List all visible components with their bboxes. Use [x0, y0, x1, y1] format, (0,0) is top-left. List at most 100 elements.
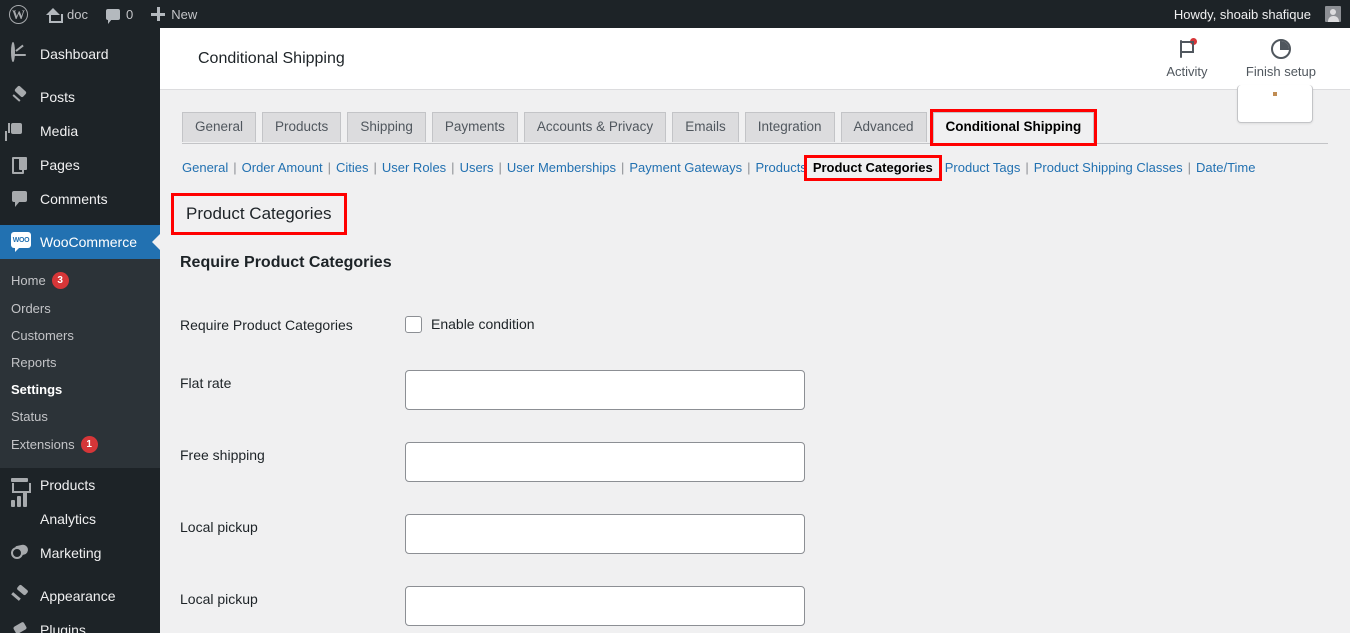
submenu-item-settings[interactable]: Settings [0, 376, 160, 403]
submenu-item-label: Extensions [11, 437, 75, 452]
submenu-item-customers[interactable]: Customers [0, 322, 160, 349]
local-pickup-1-category-select[interactable] [405, 513, 805, 554]
subnav-sep: | [1025, 160, 1029, 175]
submenu-item-status[interactable]: Status [0, 403, 160, 430]
sidebar-item-label: Appearance [40, 588, 116, 604]
row-field-local-pickup-1 [395, 498, 1350, 570]
subnav-item-user-memberships[interactable]: User Memberships [507, 158, 616, 178]
tab-conditional-shipping[interactable]: Conditional Shipping [929, 108, 1098, 147]
enable-condition-control[interactable]: Enable condition [405, 312, 1340, 333]
tab-emails[interactable]: Emails [672, 112, 739, 143]
table-row: Local pickup [160, 498, 1350, 570]
row-field-local-pickup-2 [395, 570, 1350, 633]
subnav-item-order-amount[interactable]: Order Amount [242, 158, 323, 178]
plugins-icon [11, 620, 31, 633]
my-account-menu[interactable]: Howdy, shoaib shafique [1165, 0, 1350, 28]
submenu-item-reports[interactable]: Reports [0, 349, 160, 376]
new-content-menu[interactable]: New [142, 0, 206, 28]
flat-rate-category-select[interactable] [405, 369, 805, 410]
table-row: Require Product Categories Enable condit… [160, 296, 1350, 354]
settings-form-table: Require Product Categories Enable condit… [160, 296, 1350, 633]
notification-dot [1189, 37, 1197, 45]
submenu-item-label: Customers [11, 328, 74, 343]
comments-count: 0 [125, 6, 134, 22]
products-icon [11, 475, 31, 495]
subnav-item-cities[interactable]: Cities [336, 158, 369, 178]
sidebar-item-label: Posts [40, 89, 76, 105]
tab-shipping[interactable]: Shipping [347, 112, 426, 143]
table-row: Local pickup [160, 570, 1350, 633]
sidebar-item-pages[interactable]: Pages [0, 148, 160, 182]
pin-icon [11, 87, 31, 107]
subnav-item-user-roles[interactable]: User Roles [382, 158, 446, 178]
sidebar-item-label: Pages [40, 157, 80, 173]
sidebar-item-analytics[interactable]: Analytics [0, 492, 160, 536]
pages-icon [11, 155, 31, 175]
tab-payments[interactable]: Payments [431, 112, 518, 143]
tab-accounts-privacy[interactable]: Accounts & Privacy [523, 112, 667, 143]
table-row: Flat rate [160, 354, 1350, 426]
site-name-menu[interactable]: doc [37, 0, 97, 28]
subnav-sep: | [1187, 160, 1192, 175]
section-title-highlight: Product Categories [171, 192, 347, 235]
enable-condition-checkbox[interactable] [405, 315, 422, 333]
conditional-shipping-subnav: General | Order Amount | Cities | User Roles | U… [182, 155, 1350, 181]
plus-icon [151, 7, 166, 21]
sidebar-item-appearance[interactable]: Appearance [0, 579, 160, 613]
subnav-item-product-tags[interactable]: Product Tags [945, 158, 1021, 178]
subnav-sep: | [327, 160, 331, 175]
sidebar-item-woocommerce[interactable]: WOO WooCommerce [0, 225, 160, 259]
subnav-item-date-time[interactable]: Date/Time [1196, 158, 1255, 178]
row-label-local-pickup-1: Local pickup [180, 518, 258, 535]
menu-spacer-top [0, 28, 160, 37]
subnav-item-payment-gateways[interactable]: Payment Gateways [629, 158, 742, 178]
free-shipping-category-select[interactable] [405, 441, 805, 482]
submenu-item-orders[interactable]: Orders [0, 295, 160, 322]
tab-advanced[interactable]: Advanced [840, 112, 927, 143]
appearance-icon [11, 586, 31, 606]
subnav-item-product-categories[interactable]: Product Categories [803, 155, 942, 181]
settings-group-heading: Require Product Categories [180, 253, 392, 271]
menu-separator-1 [0, 71, 160, 80]
sidebar-item-label: Products [40, 477, 96, 493]
sidebar-item-label: Media [40, 123, 79, 139]
subnav-item-general[interactable]: General [182, 158, 228, 178]
sidebar-item-plugins[interactable]: Plugins [0, 613, 160, 633]
submenu-item-extensions[interactable]: Extensions 1 [0, 430, 160, 459]
sidebar-item-dashboard[interactable]: Dashboard [0, 37, 160, 71]
submenu-item-label: Status [11, 409, 48, 424]
row-label-free-shipping: Free shipping [180, 446, 265, 463]
submenu-item-home[interactable]: Home 3 [0, 266, 160, 295]
marketing-icon [11, 543, 31, 563]
pie-progress-icon [1270, 38, 1291, 59]
tab-products[interactable]: Products [262, 112, 342, 143]
sidebar-item-label: Dashboard [40, 46, 109, 62]
subnav-item-products[interactable]: Products [756, 158, 807, 178]
subnav-sep: | [451, 160, 455, 175]
admin-sidebar-menu: Dashboard Posts Media Pages Comments WOO… [0, 28, 160, 633]
sidebar-item-label: Marketing [40, 545, 102, 561]
enable-condition-label[interactable]: Enable condition [431, 316, 535, 332]
activity-button[interactable]: Activity [1158, 37, 1216, 79]
sidebar-item-media[interactable]: Media [0, 114, 160, 148]
activity-label: Activity [1166, 63, 1208, 79]
table-row: Free shipping [160, 426, 1350, 498]
sidebar-item-marketing[interactable]: Marketing [0, 536, 160, 570]
row-label-flat-rate: Flat rate [180, 374, 232, 391]
row-field-require-product-categories: Enable condition [395, 296, 1350, 354]
woocommerce-submenu: Home 3 Orders Customers Reports Settings… [0, 259, 160, 468]
subnav-item-users[interactable]: Users [460, 158, 494, 178]
sidebar-item-posts[interactable]: Posts [0, 80, 160, 114]
sidebar-item-label: Plugins [40, 622, 86, 633]
comments-bubble[interactable]: 0 [97, 0, 142, 28]
wordpress-logo-menu[interactable]: W [0, 0, 37, 28]
subnav-item-product-shipping-classes[interactable]: Product Shipping Classes [1034, 158, 1183, 178]
tab-integration[interactable]: Integration [744, 112, 835, 143]
tab-general[interactable]: General [182, 112, 257, 143]
local-pickup-2-category-select[interactable] [405, 585, 805, 626]
popover-marker-icon [1273, 92, 1277, 96]
sidebar-item-label: Comments [40, 191, 108, 207]
finish-setup-button[interactable]: Finish setup [1246, 38, 1316, 79]
site-name-label: doc [67, 6, 88, 22]
sidebar-item-comments[interactable]: Comments [0, 182, 160, 216]
